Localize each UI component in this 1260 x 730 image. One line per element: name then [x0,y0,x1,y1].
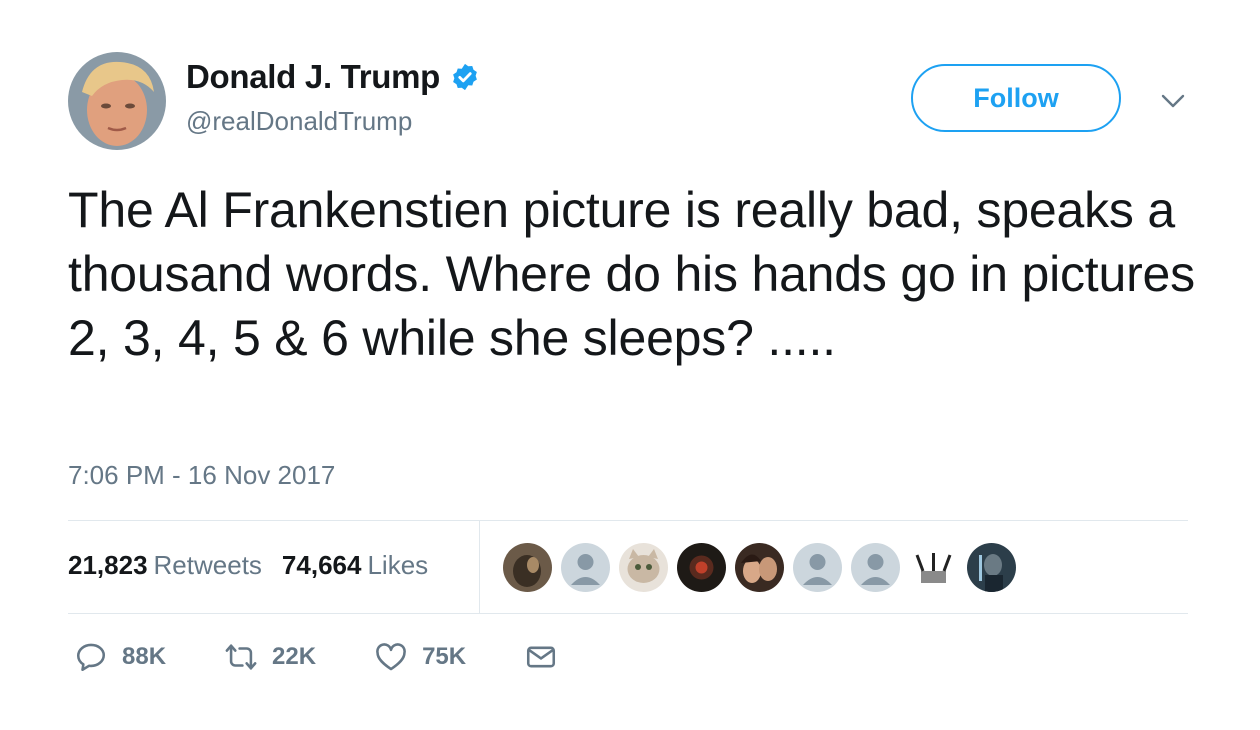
tweet-stats: 21,823 Retweets 74,664 Likes [68,550,428,581]
retweets-stat[interactable]: 21,823 Retweets [68,550,262,581]
tweet-actions: 88K 22K 75K [74,640,616,674]
display-name[interactable]: Donald J. Trump [186,58,440,96]
likes-count: 74,664 [281,550,362,580]
liker-avatars [503,543,1016,592]
retweet-count: 22K [272,643,317,670]
heart-icon [376,643,406,671]
divider [68,613,1188,614]
liker-avatar-default[interactable] [561,543,610,592]
liker-avatar[interactable] [619,543,668,592]
retweet-button[interactable]: 22K [224,640,316,674]
liker-avatar[interactable] [503,543,552,592]
liker-avatar-default[interactable] [851,543,900,592]
like-count: 75K [422,643,467,670]
chevron-down-icon[interactable] [1158,86,1188,116]
tweet-text: The Al Frankenstien picture is really ba… [68,182,1195,366]
retweets-count: 21,823 [68,550,148,580]
reply-icon [76,643,106,672]
divider [479,521,480,613]
divider [68,520,1188,521]
likes-label: Likes [367,550,429,580]
like-button[interactable]: 75K [374,640,466,674]
reply-button[interactable]: 88K [74,640,166,674]
name-row: Donald J. Trump [186,58,480,96]
tweet-card: Donald J. Trump @realDonaldTrump Follow … [0,0,1260,730]
retweets-label: Retweets [153,550,262,580]
liker-avatar[interactable] [735,543,784,592]
user-avatar[interactable] [68,52,166,150]
reply-count: 88K [122,643,167,670]
verified-badge-icon [450,62,480,92]
likes-stat[interactable]: 74,664 Likes [282,550,428,581]
retweet-icon [225,644,257,670]
liker-avatar-default[interactable] [793,543,842,592]
follow-button[interactable]: Follow [911,64,1121,132]
direct-message-button[interactable] [524,640,558,674]
tweet-timestamp[interactable]: 7:06 PM - 16 Nov 2017 [68,460,335,491]
liker-avatar[interactable] [967,543,1016,592]
liker-avatar[interactable] [909,543,958,592]
liker-avatar[interactable] [677,543,726,592]
user-handle[interactable]: @realDonaldTrump [186,106,412,137]
envelope-icon [527,646,556,668]
